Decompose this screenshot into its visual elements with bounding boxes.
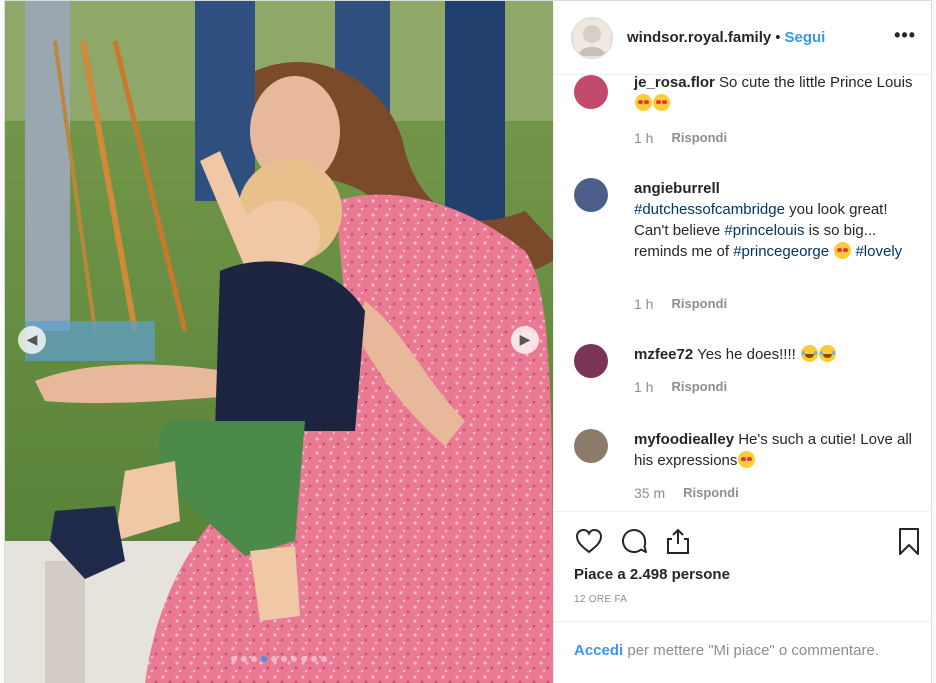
reply-button[interactable]: Rispondi	[671, 296, 727, 312]
chevron-right-icon: ▶	[519, 332, 531, 348]
share-icon[interactable]	[663, 526, 693, 556]
comment-time[interactable]: 1 h	[634, 296, 653, 312]
heart-eyes-emoji	[834, 242, 852, 259]
heart-eyes-emoji	[635, 94, 652, 111]
commenter-avatar[interactable]	[574, 429, 608, 463]
owner-username[interactable]: windsor.royal.family	[627, 29, 771, 46]
post-actions: Piace a 2.498 persone 12 ORE FA	[554, 511, 932, 629]
more-options-icon[interactable]: •••	[894, 25, 916, 46]
carousel-dot	[291, 656, 297, 662]
post-side-panel: windsor.royal.family • Segui ••• je_rosa…	[553, 1, 932, 683]
post-timestamp[interactable]: 12 ORE FA	[574, 594, 627, 605]
carousel-dot	[261, 656, 267, 662]
previous-photo-button[interactable]: ◀	[18, 326, 46, 354]
comment-username[interactable]: je_rosa.flor	[634, 75, 715, 91]
carousel-dot	[301, 656, 307, 662]
comment-text-segment	[829, 243, 833, 260]
carousel-dot	[311, 656, 317, 662]
tears-of-joy-emoji	[800, 345, 818, 362]
post-modal: ◀ ▶ windsor.royal.family • Segui ••• je_…	[4, 0, 932, 683]
carousel-dot	[241, 656, 247, 662]
comment-text: So cute the little Prince Louis	[719, 75, 913, 91]
commenter-avatar[interactable]	[574, 75, 608, 109]
reply-button[interactable]: Rispondi	[671, 130, 727, 146]
carousel-dot	[321, 656, 327, 662]
comment-username[interactable]: angieburrell	[634, 178, 924, 199]
bookmark-icon[interactable]	[894, 526, 924, 556]
comment-meta: 1 h Rispondi	[634, 379, 727, 395]
tears-of-joy-emoji	[818, 345, 836, 362]
comment-username[interactable]: mzfee72	[634, 346, 693, 363]
carousel-indicator	[5, 656, 553, 662]
hashtag-link[interactable]: #lovely	[855, 243, 902, 260]
browser-frame: ◀ ▶ windsor.royal.family • Segui ••• je_…	[0, 0, 936, 683]
like-count[interactable]: Piace a 2.498 persone	[574, 566, 730, 583]
owner-avatar[interactable]	[571, 16, 613, 59]
post-photo[interactable]: ◀ ▶	[5, 1, 553, 683]
photo-illustration	[5, 1, 553, 683]
comment-time[interactable]: 1 h	[634, 130, 653, 146]
commenter-avatar[interactable]	[574, 178, 608, 212]
comment-time[interactable]: 35 m	[634, 485, 665, 501]
hashtag-link[interactable]: #princegeorge	[733, 243, 829, 260]
heart-eyes-emoji	[653, 94, 670, 111]
comment-body: angieburrell #dutchessofcambridge you lo…	[634, 178, 924, 262]
carousel-dot	[251, 656, 257, 662]
carousel-dot	[281, 656, 287, 662]
reply-button[interactable]: Rispondi	[683, 485, 739, 501]
login-prompt: Accedi per mettere "Mi piace" o commenta…	[554, 621, 932, 683]
comment-body: mzfee72 Yes he does!!!!	[634, 344, 924, 365]
hashtag-link[interactable]: #princelouis	[724, 222, 804, 239]
chevron-left-icon: ◀	[26, 332, 38, 348]
comment-body: je_rosa.flor So cute the little Prince L…	[634, 75, 924, 114]
hashtag-link[interactable]: #dutchessofcambridge	[634, 201, 785, 218]
comment-time[interactable]: 1 h	[634, 379, 653, 395]
login-prompt-text: per mettere "Mi piace" o commentare.	[623, 642, 879, 659]
comment-icon[interactable]	[619, 526, 649, 556]
heart-icon[interactable]	[574, 526, 604, 556]
comment-body: myfoodiealley He's such a cutie! Love al…	[634, 429, 924, 471]
carousel-dot	[231, 656, 237, 662]
comment-meta: 1 h Rispondi	[634, 130, 727, 146]
comment-username[interactable]: myfoodiealley	[634, 431, 734, 448]
owner-avatar-image	[574, 19, 610, 56]
comment-text: #dutchessofcambridge you look great! Can…	[634, 199, 924, 262]
login-link[interactable]: Accedi	[574, 642, 623, 659]
comments-list[interactable]: je_rosa.flor So cute the little Prince L…	[554, 75, 932, 511]
separator-bullet: •	[775, 29, 781, 46]
follow-button[interactable]: Segui	[784, 29, 825, 46]
carousel-dot	[271, 656, 277, 662]
next-photo-button[interactable]: ▶	[511, 326, 539, 354]
heart-eyes-emoji	[738, 451, 756, 468]
comment-text: Yes he does!!!!	[697, 346, 796, 363]
reply-button[interactable]: Rispondi	[671, 379, 727, 395]
commenter-avatar[interactable]	[574, 344, 608, 378]
comment-meta: 1 h Rispondi	[634, 296, 727, 312]
post-header: windsor.royal.family • Segui •••	[554, 1, 932, 75]
comment-meta: 35 m Rispondi	[634, 485, 739, 501]
